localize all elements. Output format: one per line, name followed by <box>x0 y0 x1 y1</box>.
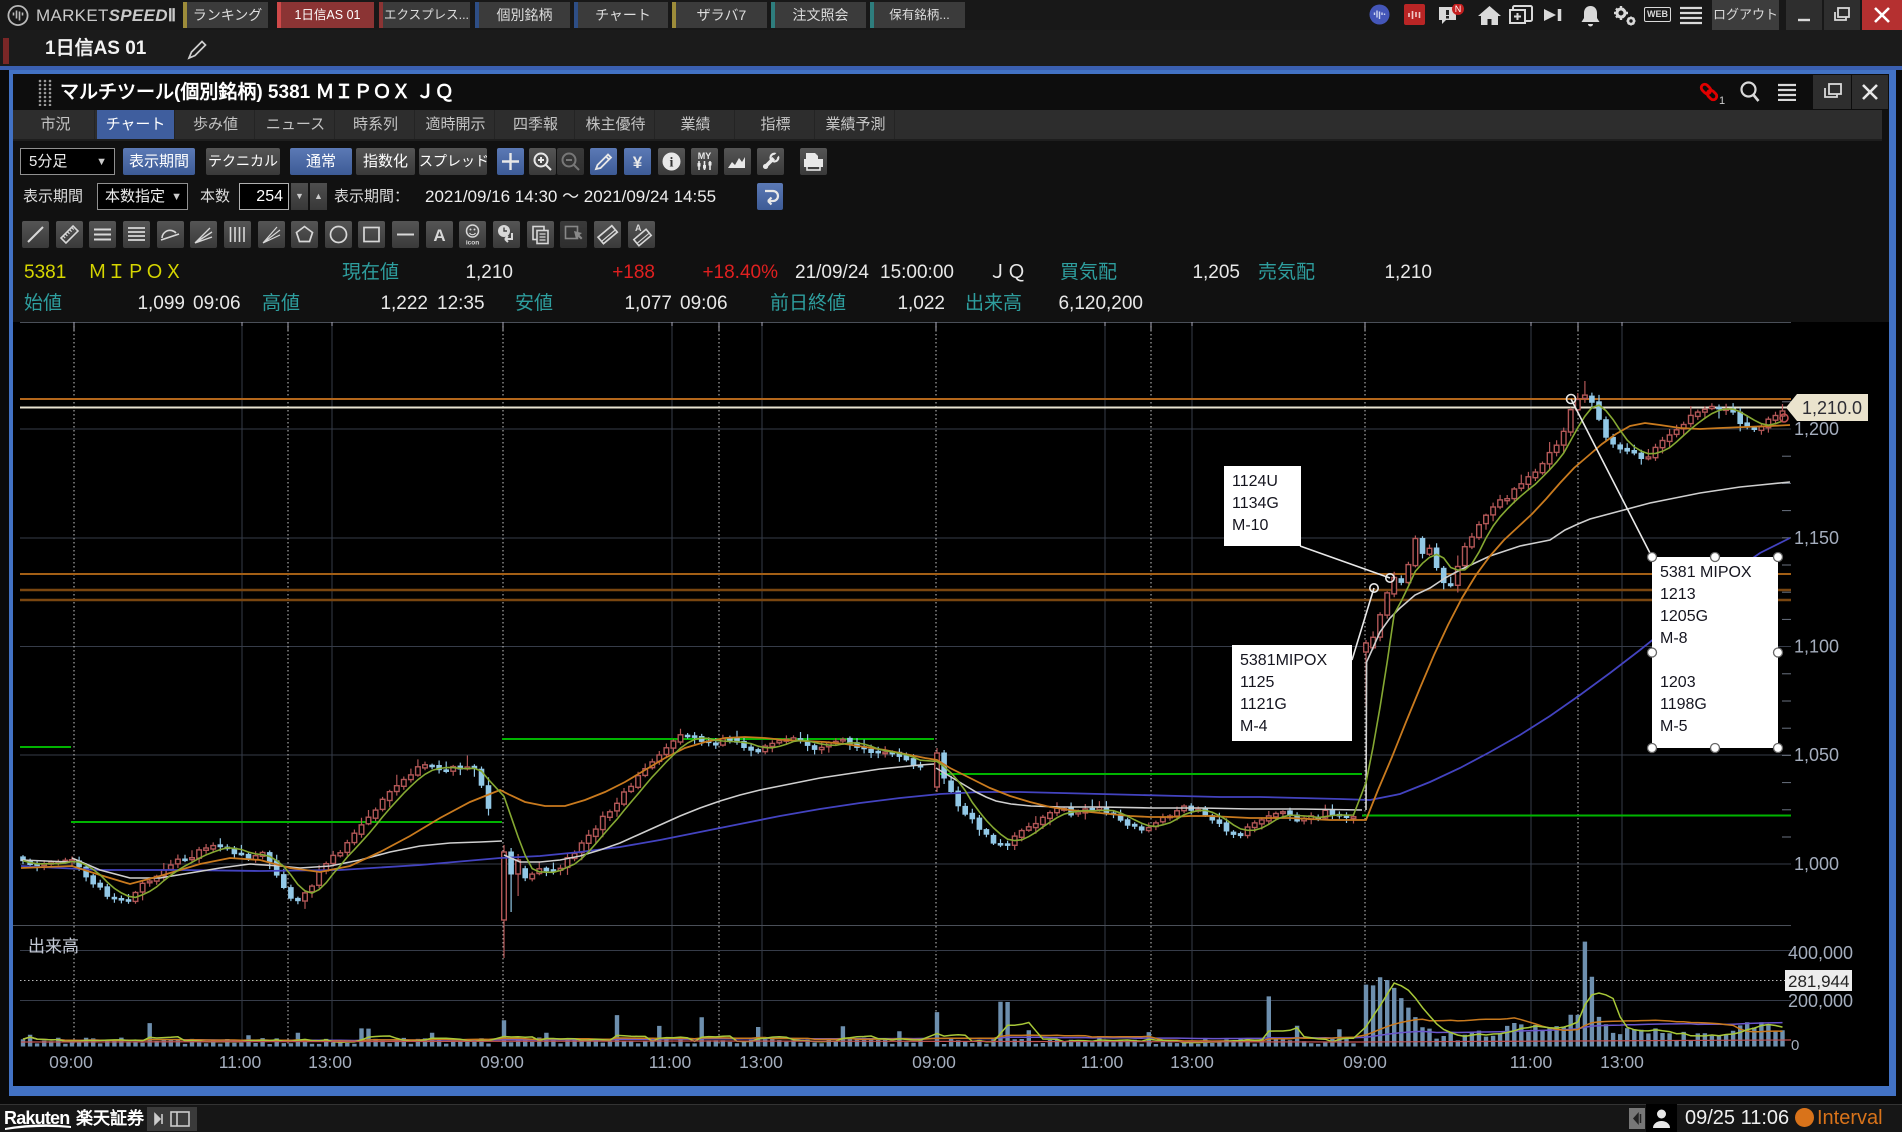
svg-text:1,150: 1,150 <box>1794 528 1839 548</box>
svg-text:11:00: 11:00 <box>649 1052 692 1072</box>
svg-text:5381 MIPOX: 5381 MIPOX <box>1660 564 1752 581</box>
svg-text:281,944: 281,944 <box>1788 972 1849 991</box>
svg-text:5381MIPOX: 5381MIPOX <box>1240 652 1327 669</box>
svg-text:13:00: 13:00 <box>308 1052 352 1072</box>
svg-text:13:00: 13:00 <box>1170 1052 1214 1072</box>
svg-text:200,000: 200,000 <box>1788 991 1853 1011</box>
svg-text:11:00: 11:00 <box>1510 1052 1553 1072</box>
svg-text:09:00: 09:00 <box>912 1052 956 1072</box>
svg-text:0: 0 <box>1791 1037 1799 1054</box>
svg-text:出来高: 出来高 <box>28 937 79 956</box>
svg-text:11:00: 11:00 <box>1081 1052 1124 1072</box>
svg-text:1,100: 1,100 <box>1794 637 1839 657</box>
svg-text:1121G: 1121G <box>1240 696 1287 713</box>
svg-text:1203: 1203 <box>1660 674 1696 691</box>
svg-text:M-8: M-8 <box>1660 630 1688 647</box>
svg-text:1,050: 1,050 <box>1794 745 1839 765</box>
svg-text:M-10: M-10 <box>1232 517 1269 534</box>
svg-text:1,200: 1,200 <box>1794 419 1839 439</box>
svg-text:13:00: 13:00 <box>739 1052 783 1072</box>
svg-text:1124U: 1124U <box>1232 473 1278 490</box>
svg-text:1,000: 1,000 <box>1794 854 1839 874</box>
svg-text:1205G: 1205G <box>1660 608 1708 625</box>
svg-text:13:00: 13:00 <box>1600 1052 1644 1072</box>
svg-text:M-5: M-5 <box>1660 718 1688 735</box>
svg-text:09:00: 09:00 <box>49 1052 93 1072</box>
svg-text:1,210.0: 1,210.0 <box>1802 398 1862 418</box>
svg-text:11:00: 11:00 <box>219 1052 262 1072</box>
svg-text:400,000: 400,000 <box>1788 943 1853 963</box>
svg-text:1213: 1213 <box>1660 586 1696 603</box>
svg-text:M-4: M-4 <box>1240 718 1268 735</box>
svg-text:1198G: 1198G <box>1660 696 1707 713</box>
svg-text:1125: 1125 <box>1240 674 1275 691</box>
svg-text:09:00: 09:00 <box>480 1052 524 1072</box>
svg-text:09:00: 09:00 <box>1343 1052 1387 1072</box>
svg-text:1134G: 1134G <box>1232 495 1279 512</box>
